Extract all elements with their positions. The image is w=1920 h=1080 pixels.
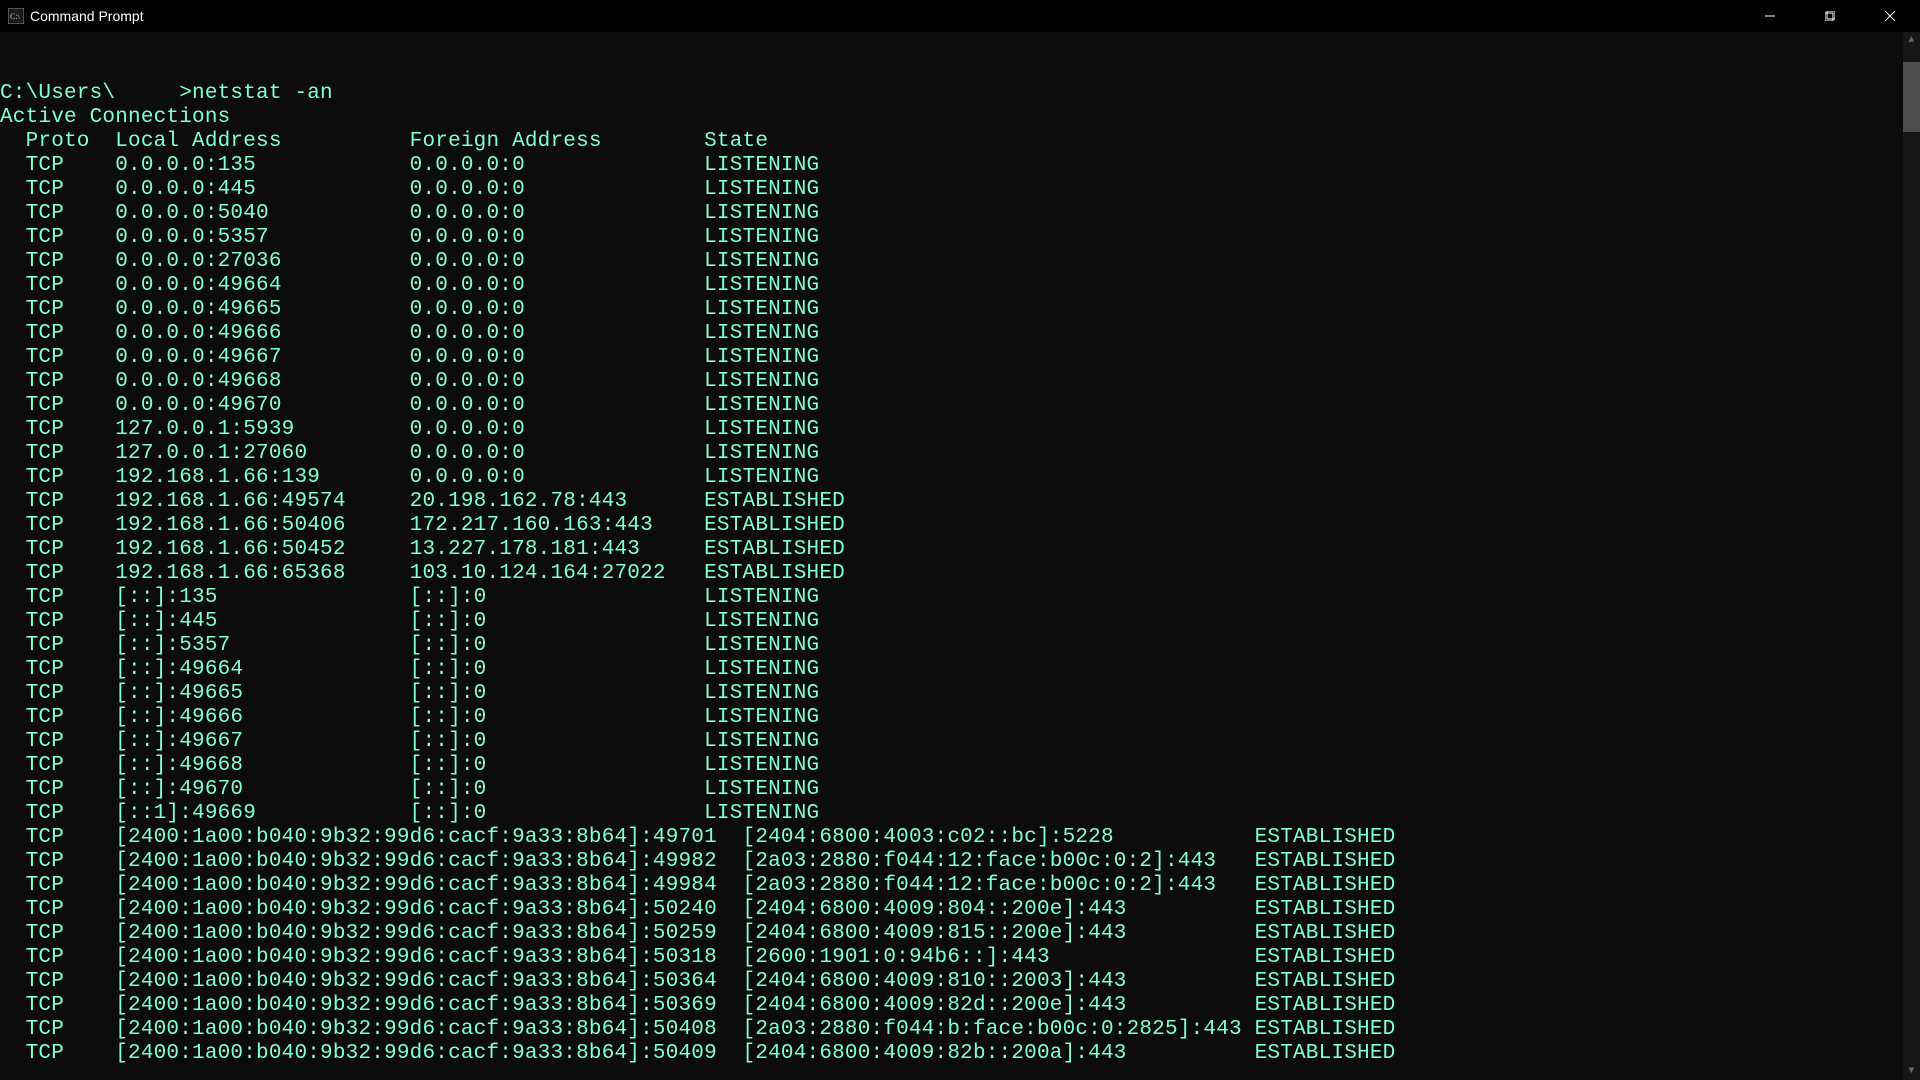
minimize-button[interactable] bbox=[1740, 0, 1800, 32]
terminal-line: TCP [::]:49664 [::]:0 LISTENING bbox=[0, 658, 1920, 682]
titlebar[interactable]: C:\ Command Prompt bbox=[0, 0, 1920, 32]
terminal-line: TCP 127.0.0.1:27060 0.0.0.0:0 LISTENING bbox=[0, 442, 1920, 466]
scroll-down-arrow[interactable]: ▼ bbox=[1903, 1063, 1920, 1080]
terminal-line: TCP [2400:1a00:b040:9b32:99d6:cacf:9a33:… bbox=[0, 850, 1920, 874]
terminal-line: TCP [::]:49666 [::]:0 LISTENING bbox=[0, 706, 1920, 730]
terminal-line: TCP [2400:1a00:b040:9b32:99d6:cacf:9a33:… bbox=[0, 1042, 1920, 1066]
terminal-line: TCP 0.0.0.0:445 0.0.0.0:0 LISTENING bbox=[0, 178, 1920, 202]
terminal-line: TCP 0.0.0.0:49664 0.0.0.0:0 LISTENING bbox=[0, 274, 1920, 298]
terminal-line: TCP 192.168.1.66:65368 103.10.124.164:27… bbox=[0, 562, 1920, 586]
terminal-line: TCP [2400:1a00:b040:9b32:99d6:cacf:9a33:… bbox=[0, 946, 1920, 970]
terminal-line: TCP [2400:1a00:b040:9b32:99d6:cacf:9a33:… bbox=[0, 898, 1920, 922]
terminal-line: TCP [::]:135 [::]:0 LISTENING bbox=[0, 586, 1920, 610]
scrollbar-track[interactable]: ▲ ▼ bbox=[1903, 32, 1920, 1080]
terminal-line: TCP [::1]:49669 [::]:0 LISTENING bbox=[0, 802, 1920, 826]
terminal-line: TCP 192.168.1.66:50452 13.227.178.181:44… bbox=[0, 538, 1920, 562]
terminal-line: TCP 127.0.0.1:5939 0.0.0.0:0 LISTENING bbox=[0, 418, 1920, 442]
terminal-line: TCP 192.168.1.66:139 0.0.0.0:0 LISTENING bbox=[0, 466, 1920, 490]
terminal-line: TCP [2400:1a00:b040:9b32:99d6:cacf:9a33:… bbox=[0, 994, 1920, 1018]
window-title: Command Prompt bbox=[30, 8, 144, 24]
terminal-line: TCP [::]:49667 [::]:0 LISTENING bbox=[0, 730, 1920, 754]
terminal-line: TCP [::]:49670 [::]:0 LISTENING bbox=[0, 778, 1920, 802]
svg-text:C:\: C:\ bbox=[10, 12, 21, 21]
scroll-up-arrow[interactable]: ▲ bbox=[1903, 32, 1920, 49]
terminal-content: C:\Users\ >netstat -anActive Connections… bbox=[0, 82, 1920, 1066]
terminal-line: TCP [::]:5357 [::]:0 LISTENING bbox=[0, 634, 1920, 658]
terminal-line: TCP [2400:1a00:b040:9b32:99d6:cacf:9a33:… bbox=[0, 922, 1920, 946]
terminal-line: TCP [::]:49668 [::]:0 LISTENING bbox=[0, 754, 1920, 778]
terminal-line: TCP [2400:1a00:b040:9b32:99d6:cacf:9a33:… bbox=[0, 1018, 1920, 1042]
terminal-line: TCP 0.0.0.0:49666 0.0.0.0:0 LISTENING bbox=[0, 322, 1920, 346]
terminal-line: TCP 192.168.1.66:50406 172.217.160.163:4… bbox=[0, 514, 1920, 538]
terminal-line: TCP 0.0.0.0:49670 0.0.0.0:0 LISTENING bbox=[0, 394, 1920, 418]
terminal-line: TCP 0.0.0.0:49668 0.0.0.0:0 LISTENING bbox=[0, 370, 1920, 394]
terminal-area[interactable]: C:\Users\ >netstat -anActive Connections… bbox=[0, 32, 1920, 1080]
terminal-line: TCP 0.0.0.0:49665 0.0.0.0:0 LISTENING bbox=[0, 298, 1920, 322]
terminal-line: Active Connections bbox=[0, 106, 1920, 130]
terminal-line: C:\Users\ >netstat -an bbox=[0, 82, 1920, 106]
terminal-line: TCP 192.168.1.66:49574 20.198.162.78:443… bbox=[0, 490, 1920, 514]
terminal-line: TCP 0.0.0.0:49667 0.0.0.0:0 LISTENING bbox=[0, 346, 1920, 370]
terminal-line: TCP [2400:1a00:b040:9b32:99d6:cacf:9a33:… bbox=[0, 826, 1920, 850]
terminal-line: TCP 0.0.0.0:27036 0.0.0.0:0 LISTENING bbox=[0, 250, 1920, 274]
maximize-button[interactable] bbox=[1800, 0, 1860, 32]
terminal-line: TCP 0.0.0.0:5040 0.0.0.0:0 LISTENING bbox=[0, 202, 1920, 226]
terminal-line: TCP 0.0.0.0:5357 0.0.0.0:0 LISTENING bbox=[0, 226, 1920, 250]
terminal-line: TCP [2400:1a00:b040:9b32:99d6:cacf:9a33:… bbox=[0, 970, 1920, 994]
terminal-line: TCP [::]:445 [::]:0 LISTENING bbox=[0, 610, 1920, 634]
scrollbar-thumb[interactable] bbox=[1903, 62, 1920, 132]
app-icon: C:\ bbox=[8, 8, 24, 24]
terminal-line: Proto Local Address Foreign Address Stat… bbox=[0, 130, 1920, 154]
window-controls bbox=[1740, 0, 1920, 32]
close-button[interactable] bbox=[1860, 0, 1920, 32]
terminal-line: TCP 0.0.0.0:135 0.0.0.0:0 LISTENING bbox=[0, 154, 1920, 178]
terminal-line: TCP [2400:1a00:b040:9b32:99d6:cacf:9a33:… bbox=[0, 874, 1920, 898]
terminal-line: TCP [::]:49665 [::]:0 LISTENING bbox=[0, 682, 1920, 706]
